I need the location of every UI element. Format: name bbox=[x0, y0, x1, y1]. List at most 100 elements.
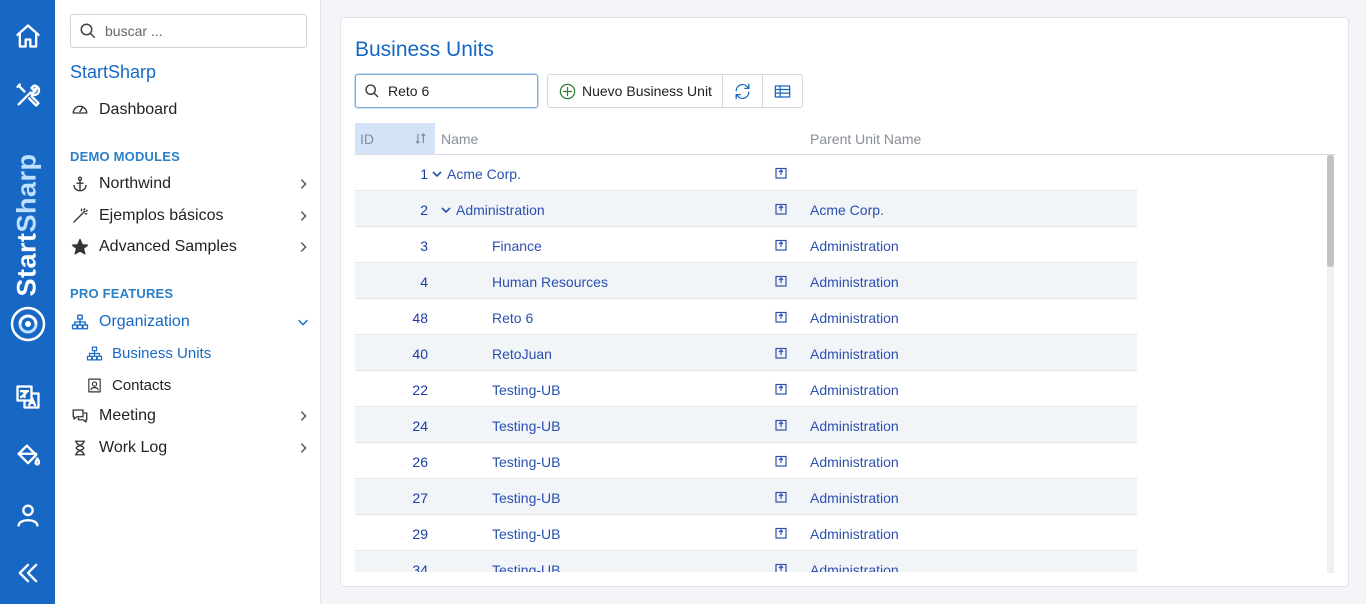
search-icon bbox=[80, 23, 96, 39]
table-row: 26 Testing-UB Administration bbox=[355, 443, 1137, 479]
cell-name-link[interactable]: Reto 6 bbox=[492, 310, 533, 326]
star-icon bbox=[70, 237, 90, 257]
open-in-dialog-icon[interactable] bbox=[775, 562, 787, 572]
quick-search-input[interactable] bbox=[388, 83, 528, 99]
cell-name[interactable]: Finance bbox=[492, 238, 542, 254]
cell-name-link[interactable]: Finance bbox=[492, 238, 542, 254]
column-picker-button[interactable] bbox=[763, 75, 802, 107]
cell-parent-unit-name[interactable]: Administration bbox=[810, 274, 899, 290]
sidebar-item-meeting[interactable]: Meeting bbox=[70, 402, 310, 430]
sidebar-item-label: Advanced Samples bbox=[99, 238, 237, 255]
sidebar-item-contacts[interactable]: Contacts bbox=[85, 372, 305, 398]
cell-name-link[interactable]: Testing-UB bbox=[492, 382, 560, 398]
cell-name[interactable]: Human Resources bbox=[492, 274, 608, 290]
cell-parent-unit-name[interactable]: Administration bbox=[810, 346, 899, 362]
table-row: 1 Acme Corp. bbox=[355, 155, 1137, 191]
cell-parent-unit-name[interactable]: Administration bbox=[810, 490, 899, 506]
column-header-parent-unit-name[interactable]: Parent Unit Name bbox=[810, 123, 921, 154]
sidebar-search-input[interactable] bbox=[105, 23, 295, 39]
collapse-icon[interactable] bbox=[0, 551, 55, 595]
cell-name[interactable]: Administration bbox=[440, 202, 545, 218]
scrollbar-thumb[interactable] bbox=[1327, 155, 1334, 267]
table-row: 4 Human Resources Administration bbox=[355, 263, 1137, 299]
sidebar-item-organization[interactable]: Organization bbox=[70, 308, 310, 336]
cell-name[interactable]: RetoJuan bbox=[492, 346, 552, 362]
org-chart-icon bbox=[85, 344, 103, 362]
refresh-button[interactable] bbox=[723, 75, 763, 107]
cell-name-link[interactable]: Testing-UB bbox=[492, 490, 560, 506]
open-in-dialog-icon[interactable] bbox=[775, 310, 787, 323]
sidebar-title[interactable]: StartSharp bbox=[70, 62, 156, 83]
open-in-dialog-icon[interactable] bbox=[775, 202, 787, 215]
sidebar-item-dashboard[interactable]: Dashboard bbox=[70, 96, 310, 124]
tools-icon[interactable] bbox=[0, 73, 55, 117]
grid-body: 1 Acme Corp. 2 Administration Acme Corp. 3 Fin… bbox=[355, 155, 1321, 572]
tree-expand-chevron-down-icon[interactable] bbox=[440, 203, 454, 217]
cell-name-link[interactable]: Testing-UB bbox=[492, 418, 560, 434]
column-header-name[interactable]: Name bbox=[441, 123, 478, 154]
cell-id: 1 bbox=[420, 166, 428, 182]
sidebar-search[interactable] bbox=[70, 14, 307, 48]
cell-parent-unit-name[interactable]: Administration bbox=[810, 238, 899, 254]
user-icon[interactable] bbox=[0, 493, 55, 537]
table-row: 34 Testing-UB Administration bbox=[355, 551, 1137, 572]
sidebar-item-work-log[interactable]: Work Log bbox=[70, 434, 310, 462]
sidebar-item-advanced-samples[interactable]: Advanced Samples bbox=[70, 233, 310, 261]
open-in-dialog-icon[interactable] bbox=[775, 454, 787, 467]
chevron-right-icon bbox=[296, 409, 310, 423]
cell-name[interactable]: Acme Corp. bbox=[431, 166, 521, 182]
sidebar-item-label: Northwind bbox=[99, 175, 172, 192]
sidebar-item-ejemplos[interactable]: Ejemplos básicos bbox=[70, 202, 310, 230]
dashboard-icon bbox=[70, 100, 90, 120]
table-row: 48 Reto 6 Administration bbox=[355, 299, 1137, 335]
sidebar-item-business-units[interactable]: Business Units bbox=[85, 340, 305, 366]
anchor-icon bbox=[70, 174, 90, 194]
cell-name-link[interactable]: Testing-UB bbox=[492, 562, 560, 572]
grid-header: ID Name Parent Unit Name bbox=[355, 123, 1336, 155]
grid-scrollbar[interactable] bbox=[1327, 155, 1334, 573]
tree-expand-chevron-down-icon[interactable] bbox=[431, 167, 445, 181]
open-in-dialog-icon[interactable] bbox=[775, 238, 787, 251]
cell-name-link[interactable]: Human Resources bbox=[492, 274, 608, 290]
cell-name[interactable]: Testing-UB bbox=[492, 418, 560, 434]
cell-name[interactable]: Testing-UB bbox=[492, 382, 560, 398]
sidebar: StartSharp Dashboard DEMO MODULES Northw… bbox=[55, 0, 321, 604]
open-in-dialog-icon[interactable] bbox=[775, 166, 787, 179]
cell-name[interactable]: Testing-UB bbox=[492, 490, 560, 506]
cell-name[interactable]: Testing-UB bbox=[492, 562, 560, 572]
icon-rail: StartSharp bbox=[0, 0, 55, 604]
cell-parent-unit-name[interactable]: Administration bbox=[810, 310, 899, 326]
open-in-dialog-icon[interactable] bbox=[775, 490, 787, 503]
open-in-dialog-icon[interactable] bbox=[775, 418, 787, 431]
sidebar-item-label: Dashboard bbox=[99, 101, 178, 118]
quick-search[interactable] bbox=[355, 74, 538, 108]
sidebar-item-northwind[interactable]: Northwind bbox=[70, 170, 310, 198]
cell-parent-unit-name[interactable]: Administration bbox=[810, 418, 899, 434]
cell-parent-unit-name[interactable]: Administration bbox=[810, 382, 899, 398]
paint-bucket-icon[interactable] bbox=[0, 433, 55, 477]
open-in-dialog-icon[interactable] bbox=[775, 274, 787, 287]
cell-name[interactable]: Testing-UB bbox=[492, 454, 560, 470]
cell-parent-unit-name[interactable]: Administration bbox=[810, 454, 899, 470]
sidebar-item-label: Work Log bbox=[99, 439, 168, 456]
page-title: Business Units bbox=[355, 38, 494, 61]
cell-name-link[interactable]: Testing-UB bbox=[492, 454, 560, 470]
translate-icon[interactable] bbox=[0, 375, 55, 419]
cell-name-link[interactable]: RetoJuan bbox=[492, 346, 552, 362]
open-in-dialog-icon[interactable] bbox=[775, 346, 787, 359]
cell-parent-unit-name[interactable]: Acme Corp. bbox=[810, 202, 884, 218]
home-icon[interactable] bbox=[0, 14, 55, 58]
cell-name-link[interactable]: Administration bbox=[456, 202, 545, 218]
cell-parent-unit-name[interactable]: Administration bbox=[810, 526, 899, 542]
column-header-id[interactable]: ID bbox=[355, 123, 435, 154]
cell-parent-unit-name[interactable]: Administration bbox=[810, 562, 899, 572]
cell-name[interactable]: Reto 6 bbox=[492, 310, 533, 326]
open-in-dialog-icon[interactable] bbox=[775, 382, 787, 395]
cell-name-link[interactable]: Testing-UB bbox=[492, 526, 560, 542]
cell-name-link[interactable]: Acme Corp. bbox=[447, 166, 521, 182]
open-in-dialog-icon[interactable] bbox=[775, 526, 787, 539]
cell-id: 3 bbox=[420, 238, 428, 254]
cell-id: 40 bbox=[412, 346, 428, 362]
cell-name[interactable]: Testing-UB bbox=[492, 526, 560, 542]
new-business-unit-button[interactable]: Nuevo Business Unit bbox=[548, 75, 723, 107]
